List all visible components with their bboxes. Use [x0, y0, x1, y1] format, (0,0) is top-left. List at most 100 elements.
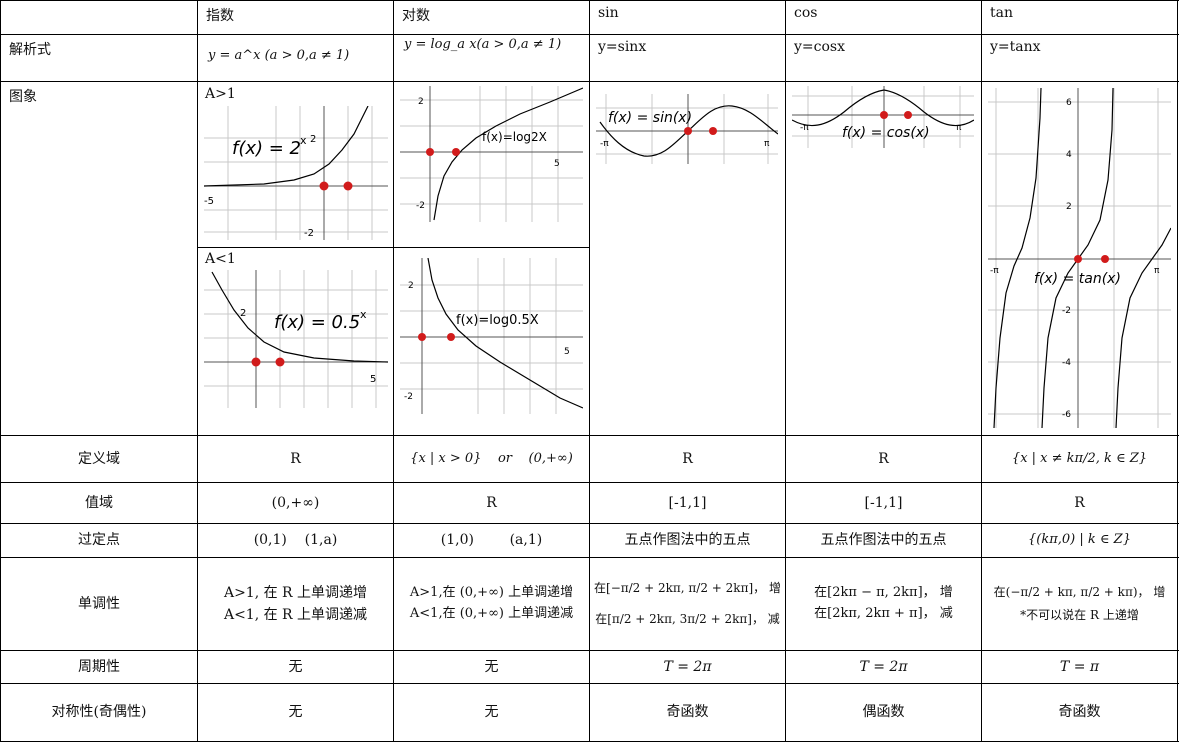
symmetry-tan: 奇函数	[1058, 704, 1101, 721]
point-1-0	[426, 148, 434, 156]
tick-cos-pi: π	[956, 123, 962, 133]
tick-sin-pi: π	[764, 139, 770, 149]
monotonic-exp-b: A<1, 在 R 上单调递减	[223, 607, 368, 623]
monotonic-log-b: A<1,在 (0,+∞) 上单调递减	[409, 606, 574, 621]
monotonic-exp-a: A>1, 在 R 上单调递增	[223, 584, 368, 601]
tick-y2-b: 2	[240, 308, 246, 319]
row-label-range: 值域	[85, 494, 113, 511]
plot-exp-05x: f(x) = 0.5 x 2 5	[204, 270, 388, 408]
tick-log2-y-2: -2	[416, 201, 425, 211]
tick-sin-neg-pi: -π	[600, 139, 609, 149]
tick-tan-neg2: -2	[1062, 306, 1071, 316]
tick-log2-y2: 2	[418, 97, 424, 107]
row-label-formula: 解析式	[9, 42, 51, 58]
monotonic-exponential: A>1, 在 R 上单调递增 A<1, 在 R 上单调递减	[198, 558, 393, 650]
tick-tan-2: 2	[1066, 202, 1072, 212]
label-tan: f(x) = tan(x)	[1034, 271, 1121, 287]
symmetry-cos: 偶函数	[862, 704, 905, 721]
row-label-graph: 图象	[9, 89, 37, 105]
label-a-lt-1: A<1	[205, 251, 236, 267]
point-tan-0	[1074, 255, 1082, 263]
fixed-point-tan: {(kπ,0) | k ∈ Z}	[1028, 532, 1131, 548]
symmetry-sin: 奇函数	[666, 704, 709, 721]
label-log05: f(x)=log0.5X	[456, 313, 539, 328]
formula-exponential: y = a^x (a > 0,a ≠ 1)	[208, 48, 350, 63]
monotonic-cos-a: 在[2kπ − π, 2kπ]， 增	[814, 585, 953, 601]
period-sin: T = 2π	[663, 658, 712, 675]
header-logarithm: 对数	[402, 8, 430, 24]
tick-log2-x5: 5	[554, 159, 560, 169]
period-tan: T = π	[1059, 658, 1100, 675]
label-cos: f(x) = cos(x)	[842, 125, 930, 141]
fixed-point-logarithm: (1,0) (a,1)	[440, 532, 543, 549]
row-label-symmetry: 对称性(奇偶性)	[51, 704, 147, 721]
label-f-2x: f(x) = 2	[232, 138, 301, 159]
tick-tan-neg4: -4	[1062, 358, 1071, 368]
label-f-05x-sup: x	[360, 308, 367, 321]
label-f-05x: f(x) = 0.5	[274, 312, 360, 333]
range-exponential: (0,+∞)	[271, 494, 320, 511]
range-tan: R	[1074, 494, 1085, 511]
plot-log05: f(x)=log0.5X 2 5 -2	[400, 258, 583, 414]
range-cos: [-1,1]	[864, 494, 903, 511]
tick-log05-x5: 5	[564, 347, 570, 357]
domain-sin: R	[682, 450, 693, 467]
domain-cos: R	[878, 450, 889, 467]
tick-y-2: -2	[304, 228, 314, 239]
monotonic-cos-b: 在[2kπ, 2kπ + π]， 减	[814, 606, 953, 621]
point-neg1-a	[275, 357, 285, 367]
plot-exp-2x: f(x) = 2 x 2 -5 -2	[204, 106, 388, 240]
point-cos-0	[880, 111, 888, 119]
formula-cos: y=cosx	[794, 39, 845, 55]
fixed-point-exponential: (0,1) (1,a)	[253, 532, 338, 549]
monotonic-sin-a: 在[−π/2 + 2kπ, π/2 + 2kπ]， 增	[594, 580, 781, 595]
label-a-gt-1: A>1	[205, 86, 236, 102]
fixed-point-cos: 五点作图法中的五点	[820, 532, 947, 549]
monotonic-tan-b: *不可以说在 R 上递增	[1020, 608, 1139, 622]
point-cos-1	[904, 111, 912, 119]
monotonic-tan: 在(−π/2 + kπ, π/2 + kπ)， 增 *不可以说在 R 上递增	[982, 558, 1177, 650]
tick-cos-neg-pi: -π	[800, 123, 809, 133]
monotonic-sin: 在[−π/2 + 2kπ, π/2 + 2kπ]， 增 在[π/2 + 2kπ,…	[590, 558, 785, 650]
plot-log2: f(x)=log2X 2 5 -2	[400, 86, 583, 222]
point-0-1-b	[251, 357, 261, 367]
period-cos: T = 2π	[859, 658, 908, 675]
tick-tan-6: 6	[1066, 98, 1072, 108]
domain-logarithm: {x | x > 0} or (0,+∞)	[410, 450, 573, 466]
symmetry-logarithm: 无	[484, 704, 499, 721]
header-cos: cos	[794, 5, 818, 21]
tick-y2: 2	[310, 134, 316, 145]
tick-log05-y-2: -2	[404, 392, 413, 402]
monotonic-tan-a: 在(−π/2 + kπ, π/2 + kπ)， 增	[993, 585, 1166, 600]
point-tan-1	[1101, 255, 1109, 263]
formula-tan: y=tanx	[990, 39, 1041, 55]
plot-tan: f(x) = tan(x) 6 4 2 -2 -4 -6 -π π	[988, 88, 1171, 428]
point-sin-0	[684, 127, 692, 135]
monotonic-log-a: A>1,在 (0,+∞) 上单调递增	[409, 585, 574, 601]
tick-x-5: -5	[204, 196, 214, 207]
label-log2: f(x)=log2X	[482, 130, 547, 144]
row-label-domain: 定义域	[78, 450, 120, 467]
domain-tan: {x | x ≠ kπ/2, k ∈ Z}	[1011, 450, 1148, 466]
monotonic-cos: 在[2kπ − π, 2kπ]， 增 在[2kπ, 2kπ + π]， 减	[786, 558, 981, 650]
tick-tan-pi: π	[1154, 266, 1160, 276]
point-sin-1	[709, 127, 717, 135]
point-a-1-b	[447, 333, 455, 341]
period-exponential: 无	[288, 658, 303, 675]
function-comparison-table: 指数 对数 sin cos tan 解析式 y = a^x (a > 0,a ≠…	[0, 0, 1179, 743]
symmetry-exponential: 无	[288, 704, 303, 721]
tick-tan-neg6: -6	[1062, 410, 1071, 420]
tick-tan-neg-pi: -π	[990, 266, 999, 276]
point-0-1	[319, 181, 329, 191]
row-label-period: 周期性	[78, 658, 120, 675]
point-1-a	[343, 181, 353, 191]
tick-tan-4: 4	[1066, 150, 1072, 160]
label-f-2x-sup: x	[300, 134, 307, 147]
plot-sin: f(x) = sin(x) -π π	[596, 94, 778, 164]
header-exponential: 指数	[206, 8, 234, 24]
formula-sin: y=sinx	[598, 39, 647, 55]
monotonic-logarithm: A>1,在 (0,+∞) 上单调递增 A<1,在 (0,+∞) 上单调递减	[394, 558, 589, 650]
monotonic-sin-b: 在[π/2 + 2kπ, 3π/2 + 2kπ]， 减	[595, 612, 780, 626]
range-sin: [-1,1]	[668, 494, 707, 511]
tick-x5: 5	[370, 374, 376, 385]
